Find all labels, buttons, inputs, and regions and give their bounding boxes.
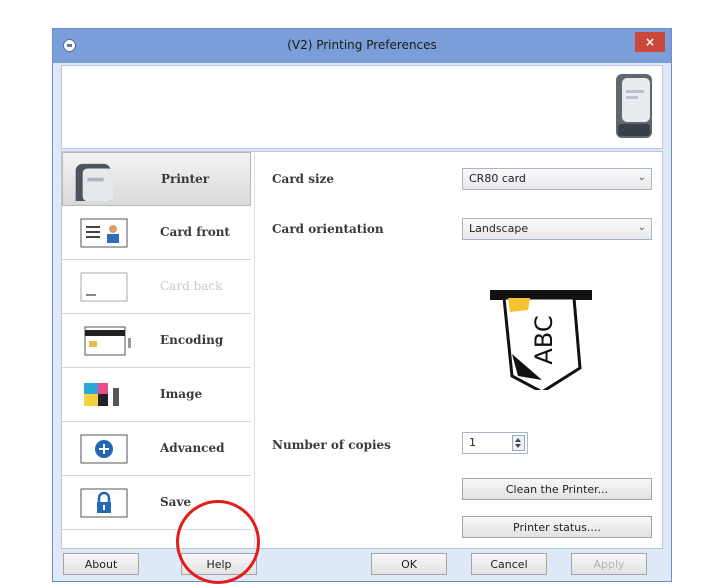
sidebar-item-label: Card front <box>160 225 230 239</box>
sidebar-item-label: Card back <box>160 279 223 293</box>
sidebar-item-label: Advanced <box>160 441 225 455</box>
window-title: (V2) Printing Preferences <box>287 38 437 52</box>
encoding-icon <box>84 326 131 356</box>
card-size-label: Card size <box>272 172 334 186</box>
chevron-down-icon: ⌄ <box>637 172 646 183</box>
printer-icon <box>616 74 652 138</box>
card-size-select[interactable]: CR80 card ⌄ <box>462 168 652 190</box>
printing-preferences-window: (V2) Printing Preferences × Printer Card… <box>52 28 672 582</box>
advanced-icon <box>80 434 128 464</box>
card-size-value: CR80 card <box>469 172 526 185</box>
image-icon <box>84 383 119 406</box>
ok-button[interactable]: OK <box>371 553 447 575</box>
clean-printer-button[interactable]: Clean the Printer... <box>462 478 652 500</box>
sidebar-divider <box>254 152 255 548</box>
sidebar-item-label: Image <box>160 387 203 401</box>
card-orientation-label: Card orientation <box>272 222 384 236</box>
printer-icon <box>75 163 113 201</box>
copies-label: Number of copies <box>272 438 391 452</box>
apply-button[interactable]: Apply <box>571 553 647 575</box>
close-button[interactable]: × <box>635 32 665 52</box>
card-orientation-value: Landscape <box>469 222 529 235</box>
sidebar-item-label: Printer <box>161 172 210 186</box>
card-front-icon <box>80 218 128 248</box>
about-button[interactable]: About <box>63 553 139 575</box>
sidebar-item-advanced[interactable]: Advanced <box>62 422 251 476</box>
sidebar: Printer Card front Card back Encoding Im… <box>62 152 252 548</box>
title-bar[interactable]: (V2) Printing Preferences × <box>53 29 671 63</box>
sidebar-item-printer[interactable]: Printer <box>62 152 251 206</box>
sidebar-item-label: Save <box>160 495 192 509</box>
sidebar-item-card-back[interactable]: Card back <box>62 260 251 314</box>
cancel-button[interactable]: Cancel <box>471 553 547 575</box>
help-button[interactable]: Help <box>181 553 257 575</box>
printer-status-button[interactable]: Printer status.... <box>462 516 652 538</box>
sidebar-item-label: Encoding <box>160 333 224 347</box>
copies-value: 1 <box>469 436 476 449</box>
content-area: Printer Card front Card back Encoding Im… <box>61 151 663 549</box>
sidebar-item-card-front[interactable]: Card front <box>62 206 251 260</box>
card-back-icon <box>80 272 128 302</box>
lock-icon <box>80 488 128 518</box>
stepper-arrows[interactable] <box>512 435 525 451</box>
sidebar-item-save[interactable]: Save <box>62 476 251 530</box>
chevron-down-icon: ⌄ <box>637 222 646 233</box>
sidebar-item-encoding[interactable]: Encoding <box>62 314 251 368</box>
sidebar-item-image[interactable]: Image <box>62 368 251 422</box>
copies-stepper[interactable]: 1 <box>462 432 528 454</box>
card-orientation-illustration: ABC <box>490 290 592 390</box>
orientation-sample-text: ABC <box>530 315 558 364</box>
header-banner <box>61 65 663 149</box>
card-orientation-select[interactable]: Landscape ⌄ <box>462 218 652 240</box>
